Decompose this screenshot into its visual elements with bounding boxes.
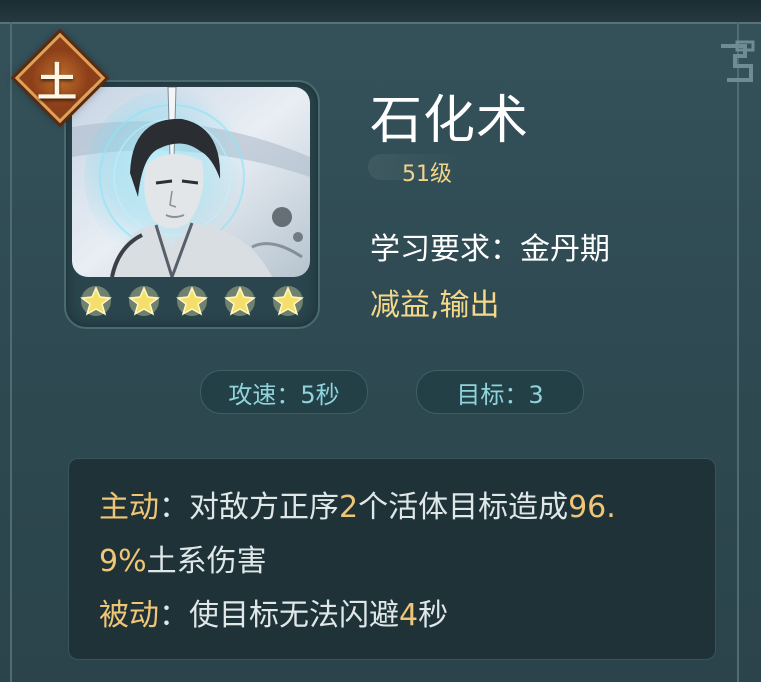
skill-name: 石化术 — [370, 91, 530, 151]
active-target-count: 2 — [339, 490, 359, 525]
star-icon — [176, 286, 208, 316]
active-text-2: 个活体目标造成 — [358, 490, 569, 525]
panel-top-border — [0, 0, 761, 24]
earth-element-icon: 土 — [10, 28, 106, 124]
active-separator: ： — [159, 490, 189, 525]
panel-right-frame — [737, 22, 739, 682]
target-count-pill: 目标：3 — [416, 370, 584, 414]
star-icon — [128, 286, 160, 316]
skill-tags: 减益,输出 — [370, 288, 500, 323]
star-rating — [66, 281, 318, 321]
corner-ornament-icon — [721, 40, 755, 82]
active-damage-percent: 96. — [568, 490, 616, 525]
star-icon — [224, 286, 256, 316]
skill-description-box: 主动：对敌方正序2个活体目标造成96. 9%土系伤害 被动：使目标无法闪避4秒 — [68, 458, 716, 660]
learn-requirement: 学习要求：金丹期 — [370, 232, 610, 267]
active-effect-line: 主动：对敌方正序2个活体目标造成96. — [99, 481, 689, 535]
skill-detail-panel: 土 石化术 51级 学习要求：金丹期 减益,输出 攻速：5秒 目标：3 主动：对… — [0, 0, 761, 682]
active-text-1: 对敌方正序 — [189, 490, 339, 525]
active-text-3: 土系伤害 — [146, 544, 267, 579]
active-effect-line-2: 9%土系伤害 — [99, 535, 689, 589]
skill-portrait-image — [72, 87, 310, 277]
star-icon — [272, 286, 304, 316]
element-badge-glyph: 土 — [37, 60, 77, 106]
passive-duration: 4 — [399, 598, 419, 633]
passive-separator: ： — [159, 598, 189, 633]
active-label: 主动 — [99, 490, 159, 525]
active-damage-percent-cont: 9% — [99, 544, 147, 579]
passive-label: 被动 — [99, 598, 159, 633]
passive-text-1: 使目标无法闪避 — [189, 598, 399, 633]
star-icon — [80, 286, 112, 316]
passive-effect-line: 被动：使目标无法闪避4秒 — [99, 589, 689, 643]
skill-level: 51级 — [402, 162, 452, 187]
passive-text-2: 秒 — [418, 598, 449, 633]
attack-speed-pill: 攻速：5秒 — [200, 370, 368, 414]
